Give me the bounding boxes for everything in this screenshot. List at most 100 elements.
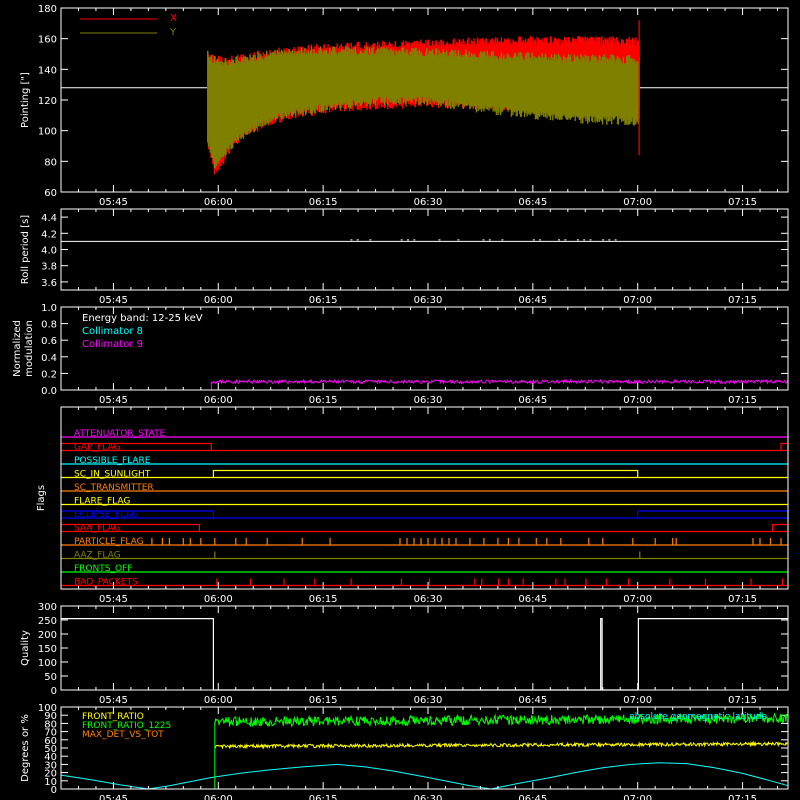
panel-flags: FlagsATTENUATOR_STATEGAP_FLAGPOSSIBLE_FL… — [36, 406, 789, 605]
y-axis-label: Roll period [s] — [20, 215, 31, 284]
x-tick-label: 06:45 — [518, 794, 547, 800]
annotation-2: Collimator 9 — [82, 339, 143, 350]
x-tick-label: 05:45 — [99, 695, 128, 706]
y-tick-label: 4.2 — [41, 229, 57, 240]
y-tick-label: 0.4 — [41, 353, 57, 364]
y-tick-label: 100 — [38, 703, 57, 714]
x-tick-label: 07:00 — [623, 794, 652, 800]
y-tick-label: 200 — [38, 630, 57, 641]
series-front-ratio — [214, 740, 788, 750]
x-tick-label: 05:45 — [99, 794, 128, 800]
x-tick-label: 07:15 — [728, 695, 757, 706]
y-tick-label: 250 — [38, 616, 57, 627]
flag-trace-sc-in-sunlight — [61, 469, 788, 479]
x-tick-label: 06:00 — [204, 197, 233, 208]
flag-trace-aaz-flag — [61, 551, 788, 560]
y-tick-label: 4.4 — [41, 213, 57, 224]
y-tick-label: 180 — [38, 4, 57, 15]
y-tick-label: 50 — [44, 672, 57, 683]
x-tick-label: 07:15 — [728, 594, 757, 605]
x-tick-label: 06:45 — [518, 295, 547, 306]
panel-pointing: 60 80 100 120 140 160 180 Pointing ["] XY 05:45 06… — [20, 4, 789, 208]
series-absolute-geomagnetic-latitude — [60, 762, 789, 790]
corner-label: absolute geomagnetic latitude — [629, 712, 767, 722]
x-tick-label: 07:00 — [623, 695, 652, 706]
annotation-0: Energy band: 12-25 keV — [82, 313, 203, 324]
y-tick-label: 3.6 — [41, 278, 57, 289]
flag-trace-particle-flag — [61, 538, 788, 546]
y-tick-label: 140 — [38, 65, 57, 76]
y-tick-label: 0.0 — [41, 386, 57, 397]
y-tick-label: 300 — [38, 602, 57, 613]
x-tick-label: 06:30 — [414, 695, 443, 706]
collimator-9-line — [61, 378, 789, 391]
x-tick-label: 06:00 — [204, 695, 233, 706]
x-tick-label: 06:45 — [518, 197, 547, 208]
y-tick-label: 0.2 — [41, 369, 57, 380]
series-y-band — [207, 46, 640, 169]
y-tick-label: 0.6 — [41, 336, 57, 347]
x-tick-label: 06:00 — [204, 794, 233, 800]
x-tick-label: 06:00 — [204, 395, 233, 406]
x-tick-label: 06:15 — [309, 695, 338, 706]
x-tick-label: 07:00 — [623, 197, 652, 208]
y-tick-label: 100 — [38, 127, 57, 138]
x-tick-label: 06:00 — [204, 594, 233, 605]
panel-quality: 0 50 100 150 200 250 300 Quality 05:45 06:00 06:15… — [20, 602, 789, 706]
roll-period-line — [61, 239, 788, 242]
x-tick-label: 06:15 — [309, 395, 338, 406]
legend-label-y: Y — [169, 27, 177, 38]
y-tick-label: 0 — [51, 686, 57, 697]
panel-roll: 3.6 3.8 4.0 4.2 4.4 Roll period [s] 05:45 06:00… — [20, 208, 789, 306]
x-tick-label: 06:30 — [414, 594, 443, 605]
y-tick-label: 120 — [38, 96, 57, 107]
x-tick-label: 05:45 — [99, 197, 128, 208]
legend-label-max-det-vs-tot: MAX_DET_VS_TOT — [82, 730, 164, 740]
y-tick-label: 0.8 — [41, 320, 57, 331]
quality-line — [61, 618, 788, 691]
x-tick-label: 06:15 — [309, 295, 338, 306]
y-tick-label: 3.8 — [41, 262, 57, 273]
y-axis-label: modulation — [24, 320, 35, 377]
y-tick-label: 4.0 — [41, 246, 57, 257]
y-axis-label: Normalized — [12, 320, 23, 377]
x-tick-label: 06:15 — [309, 594, 338, 605]
x-tick-label: 06:00 — [204, 295, 233, 306]
x-tick-label: 07:15 — [728, 395, 757, 406]
panel-modulation: 0.0 0.2 0.4 0.6 0.8 1.0 Normalized modulation En… — [12, 303, 789, 406]
panel-frame — [60, 406, 789, 590]
x-tick-label: 06:15 — [309, 794, 338, 800]
x-tick-label: 06:45 — [518, 695, 547, 706]
annotation-1: Collimator 8 — [82, 326, 143, 337]
x-tick-label: 06:45 — [518, 594, 547, 605]
x-tick-label: 06:30 — [414, 197, 443, 208]
y-axis-label: Quality — [20, 630, 31, 666]
x-tick-label: 06:15 — [309, 197, 338, 208]
x-tick-label: 06:45 — [518, 395, 547, 406]
x-tick-label: 07:15 — [728, 197, 757, 208]
flag-trace-bad-packets — [61, 578, 788, 587]
x-tick-label: 06:30 — [414, 794, 443, 800]
y-tick-label: 160 — [38, 35, 57, 46]
x-tick-label: 05:45 — [99, 395, 128, 406]
x-tick-label: 05:45 — [99, 295, 128, 306]
rhessi-summary-figure: 60 80 100 120 140 160 180 Pointing ["] XY 05:45 06… — [0, 0, 800, 800]
y-tick-label: 150 — [38, 644, 57, 655]
x-tick-label: 06:30 — [414, 395, 443, 406]
series-front-ratio-1225 — [214, 712, 788, 789]
x-tick-label: 05:45 — [99, 594, 128, 605]
legend-label-x: X — [170, 13, 177, 24]
x-tick-label: 07:00 — [623, 395, 652, 406]
x-tick-label: 06:30 — [414, 295, 443, 306]
y-tick-label: 1.0 — [41, 303, 57, 314]
y-axis-label: Flags — [36, 485, 47, 511]
panel-latitude: 0102030405060708090100Degrees or % FRONT_… — [20, 703, 789, 800]
flag-trace-eclipse-flag — [60, 510, 789, 519]
flag-trace-gap-flag — [60, 442, 789, 452]
x-tick-label: 07:00 — [623, 295, 652, 306]
x-tick-label: 07:15 — [728, 794, 757, 800]
y-axis-label: Pointing ["] — [20, 72, 31, 128]
y-tick-label: 60 — [44, 188, 57, 199]
y-axis-label: Degrees or % — [20, 714, 31, 782]
flag-trace-saa-flag — [60, 523, 789, 533]
